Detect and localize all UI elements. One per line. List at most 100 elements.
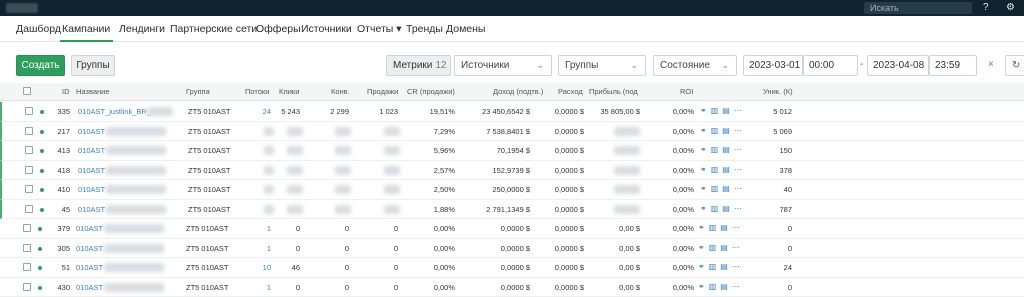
chart-icon[interactable]: ▥ [711, 145, 720, 154]
nav-offers[interactable]: Офферы [256, 23, 301, 35]
help-icon[interactable]: ? [983, 1, 989, 15]
chart-icon[interactable]: ▥ [709, 223, 718, 232]
row-actions[interactable]: ⚭▥▤⋯ [700, 184, 746, 193]
logo[interactable] [6, 3, 38, 13]
chart-icon[interactable]: ▥ [709, 262, 718, 271]
chart-icon[interactable]: ▥ [709, 243, 718, 252]
nav-landings[interactable]: Лендинги [119, 23, 165, 35]
document-icon[interactable]: ▤ [722, 184, 731, 193]
table-row[interactable]: 45010ASTZT5 010AST1,88%2 791,1349 $0,000… [0, 200, 1024, 220]
more-icon[interactable]: ⋯ [732, 223, 741, 232]
search-input[interactable]: Искать [864, 2, 972, 14]
row-checkbox[interactable] [25, 185, 33, 193]
more-icon[interactable]: ⋯ [734, 145, 743, 154]
date-from-input[interactable]: 2023-03-01 [743, 55, 803, 76]
document-icon[interactable]: ▤ [722, 204, 731, 213]
col-roi[interactable]: ROI [680, 87, 693, 96]
col-conv[interactable]: Конв. [331, 87, 350, 96]
create-button[interactable]: Создать [16, 55, 65, 76]
chart-icon[interactable]: ▥ [711, 204, 720, 213]
link-icon[interactable]: ⚭ [698, 282, 706, 291]
row-checkbox[interactable] [23, 283, 31, 291]
campaign-name-link[interactable]: 010AST [78, 205, 105, 214]
link-icon[interactable]: ⚭ [698, 262, 706, 271]
col-id[interactable]: ID [62, 87, 70, 96]
campaign-name-link[interactable]: 010AST [76, 263, 103, 272]
more-icon[interactable]: ⋯ [732, 243, 741, 252]
row-streams[interactable]: 1 [267, 244, 271, 253]
document-icon[interactable]: ▤ [722, 106, 731, 115]
time-to-input[interactable]: 23:59 [929, 55, 977, 76]
table-row[interactable]: 413010ASTZT5 010AST5,96%70,1954 $0,0000 … [0, 141, 1024, 161]
sources-filter[interactable]: Источники⌄ [454, 55, 552, 76]
table-row[interactable]: 379010ASTZT5 010AST10000,00%0,0000 $0,00… [0, 219, 1024, 239]
groups-button[interactable]: Группы [71, 55, 115, 76]
row-actions[interactable]: ⚭▥▤⋯ [700, 204, 746, 213]
more-icon[interactable]: ⋯ [732, 282, 741, 291]
table-row[interactable]: 51010ASTZT5 010AST1046000,00%0,0000 $0,0… [0, 258, 1024, 278]
col-cr[interactable]: CR (продажи) [407, 87, 455, 96]
link-icon[interactable]: ⚭ [700, 126, 708, 135]
date-to-input[interactable]: 2023-04-08 [867, 55, 929, 76]
row-checkbox[interactable] [25, 166, 33, 174]
col-income[interactable]: Доход (подтв.) [493, 87, 543, 96]
more-icon[interactable]: ⋯ [734, 126, 743, 135]
row-actions[interactable]: ⚭▥▤⋯ [700, 165, 746, 174]
row-checkbox[interactable] [25, 107, 33, 115]
time-from-input[interactable]: 00:00 [803, 55, 858, 76]
table-row[interactable]: 217010ASTZT5 010AST7,29%7 538,8401 $0,00… [0, 122, 1024, 142]
nav-dashboard[interactable]: Дашборд [16, 23, 61, 35]
nav-reports[interactable]: Отчеты ▾ [357, 23, 401, 35]
row-checkbox[interactable] [23, 224, 31, 232]
row-checkbox[interactable] [25, 127, 33, 135]
row-actions[interactable]: ⚭▥▤⋯ [700, 126, 746, 135]
campaign-name-link[interactable]: 010AST [78, 146, 105, 155]
campaign-name-link[interactable]: 010AST [78, 166, 105, 175]
col-uniq[interactable]: Уник. (К) [763, 87, 793, 96]
campaign-name-link[interactable]: 010AST [76, 283, 103, 292]
more-icon[interactable]: ⋯ [734, 106, 743, 115]
row-streams[interactable]: 10 [263, 263, 271, 272]
col-profit[interactable]: Прибыль (под [589, 87, 638, 96]
chart-icon[interactable]: ▥ [711, 106, 720, 115]
row-streams[interactable]: 1 [267, 224, 271, 233]
nav-campaigns[interactable]: Кампании [62, 23, 110, 35]
col-sales[interactable]: Продажи [367, 87, 398, 96]
table-row[interactable]: 418010ASTZT5 010AST2,57%152,9739 $0,0000… [0, 161, 1024, 181]
chart-icon[interactable]: ▥ [711, 165, 720, 174]
campaign-name-link[interactable]: 010AST [78, 127, 105, 136]
table-row[interactable]: 305010ASTZT5 010AST10000,00%0,0000 $0,00… [0, 239, 1024, 259]
row-actions[interactable]: ⚭▥▤⋯ [698, 262, 744, 271]
metrics-button[interactable]: Метрики12 [386, 55, 451, 76]
row-checkbox[interactable] [25, 205, 33, 213]
more-icon[interactable]: ⋯ [732, 262, 741, 271]
row-checkbox[interactable] [23, 263, 31, 271]
more-icon[interactable]: ⋯ [734, 165, 743, 174]
chart-icon[interactable]: ▥ [711, 184, 720, 193]
row-actions[interactable]: ⚭▥▤⋯ [698, 223, 744, 232]
document-icon[interactable]: ▤ [720, 223, 729, 232]
nav-domains[interactable]: Домены [446, 23, 485, 35]
row-actions[interactable]: ⚭▥▤⋯ [700, 145, 746, 154]
link-icon[interactable]: ⚭ [698, 243, 706, 252]
col-group[interactable]: Группа [186, 87, 210, 96]
document-icon[interactable]: ▤ [720, 243, 729, 252]
settings-icon[interactable]: ⚙ [1006, 1, 1015, 15]
row-streams[interactable]: 1 [267, 283, 271, 292]
chart-icon[interactable]: ▥ [709, 282, 718, 291]
nav-sources[interactable]: Источники [301, 23, 352, 35]
document-icon[interactable]: ▤ [720, 262, 729, 271]
col-name[interactable]: Название [76, 87, 110, 96]
document-icon[interactable]: ▤ [722, 145, 731, 154]
col-spend[interactable]: Расход [558, 87, 583, 96]
link-icon[interactable]: ⚭ [700, 145, 708, 154]
nav-trends[interactable]: Тренды [406, 23, 443, 35]
document-icon[interactable]: ▤ [722, 126, 731, 135]
clear-dates-icon[interactable]: × [988, 59, 994, 70]
groups-filter[interactable]: Группы⌄ [558, 55, 646, 76]
table-row[interactable]: 430010ASTZT5 010AST10000,00%0,0000 $0,00… [0, 278, 1024, 297]
row-checkbox[interactable] [23, 244, 31, 252]
link-icon[interactable]: ⚭ [700, 165, 708, 174]
row-actions[interactable]: ⚭▥▤⋯ [698, 243, 744, 252]
document-icon[interactable]: ▤ [722, 165, 731, 174]
